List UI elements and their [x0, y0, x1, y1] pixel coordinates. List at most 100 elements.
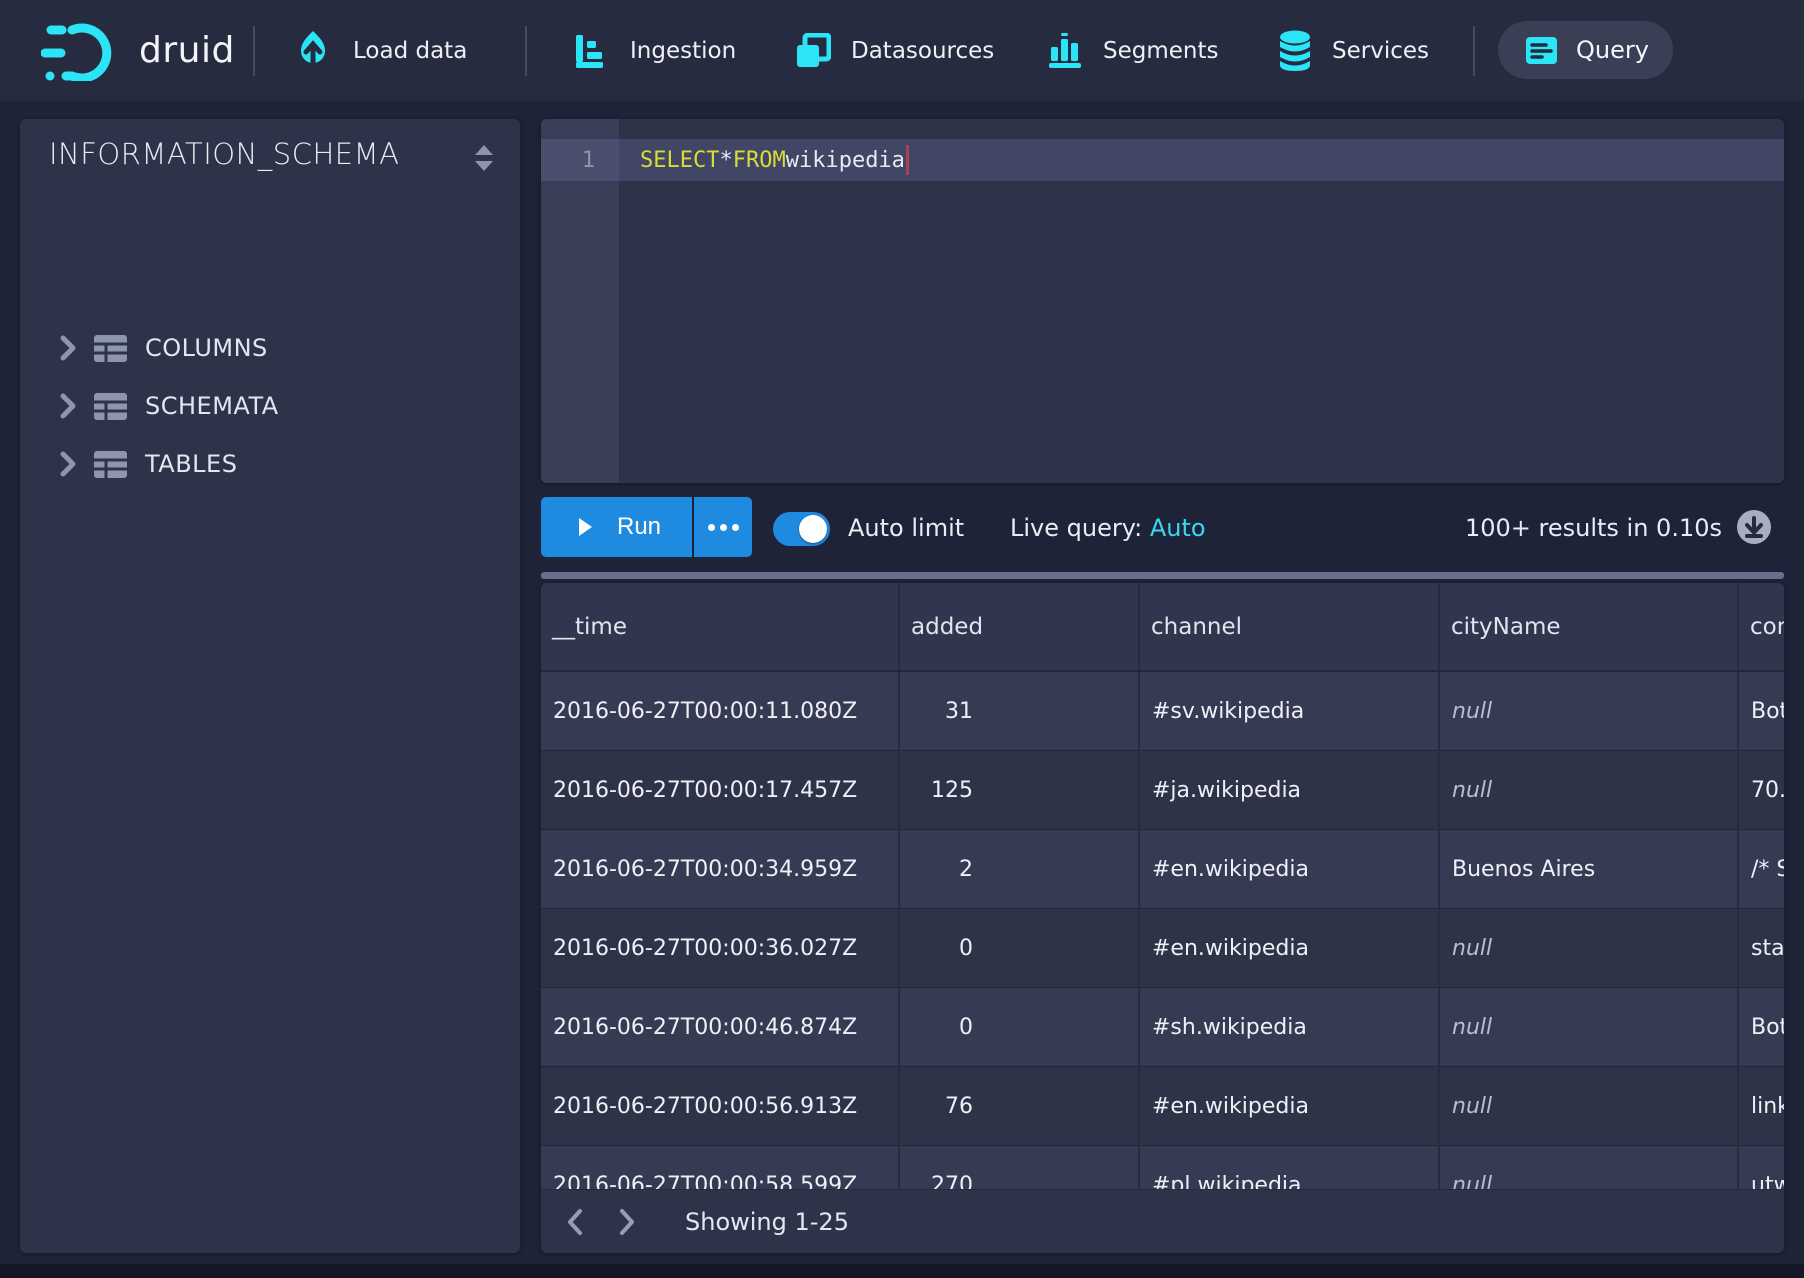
table-icon [94, 393, 127, 420]
schema-tree: COLUMNS SCHEMATA [20, 319, 520, 493]
cell-added[interactable]: 0 [899, 988, 1139, 1067]
cell-comment[interactable]: stat [1738, 909, 1784, 988]
line-number: 1 [541, 139, 619, 181]
tree-item-label: TABLES [145, 450, 237, 478]
showing-label: Showing 1-25 [685, 1208, 849, 1236]
chevron-right-icon [60, 451, 76, 477]
tree-item-schemata[interactable]: SCHEMATA [20, 377, 520, 435]
cell-cityname[interactable]: null [1439, 671, 1738, 751]
nav-item-query-active[interactable]: Query [1498, 21, 1673, 79]
nav-divider [253, 26, 255, 76]
caret-sort-icon[interactable] [474, 143, 494, 173]
cell-comment[interactable]: Bot [1738, 671, 1784, 751]
cell-time[interactable]: 2016-06-27T00:00:11.080Z [541, 671, 899, 751]
next-page-button[interactable] [605, 1200, 649, 1244]
editor-gutter: 1 [541, 119, 619, 483]
cell-channel[interactable]: #en.wikipedia [1139, 830, 1439, 909]
cell-channel[interactable]: #ja.wikipedia [1139, 751, 1439, 830]
query-editor[interactable]: 1 SELECT * FROM wikipedia [541, 119, 1784, 483]
prev-page-button[interactable] [553, 1200, 597, 1244]
live-query-label: Live query: [1010, 514, 1150, 542]
live-query-value[interactable]: Auto [1150, 514, 1206, 542]
cell-cityname[interactable]: null [1439, 751, 1738, 830]
schema-selector[interactable]: INFORMATION_SCHEMA [20, 119, 520, 189]
table-icon [94, 335, 127, 362]
sql-table-name: wikipedia [786, 148, 905, 173]
cell-time[interactable]: 2016-06-27T00:00:56.913Z [541, 1067, 899, 1146]
tree-item-tables[interactable]: TABLES [20, 435, 520, 493]
druid-logo[interactable]: druid [41, 0, 235, 101]
auto-limit-toggle[interactable] [773, 512, 830, 546]
ingestion-icon [574, 33, 610, 69]
cell-time[interactable]: 2016-06-27T00:00:17.457Z [541, 751, 899, 830]
cell-cityname[interactable]: null [1439, 1067, 1738, 1146]
tree-item-label: COLUMNS [145, 334, 268, 362]
cell-time[interactable]: 2016-06-27T00:00:36.027Z [541, 909, 899, 988]
nav-item-label: Services [1332, 38, 1429, 64]
cell-time[interactable]: 2016-06-27T00:00:34.959Z [541, 830, 899, 909]
cell-comment[interactable]: link [1738, 1067, 1784, 1146]
nav-divider [525, 26, 527, 76]
cell-channel[interactable]: #en.wikipedia [1139, 909, 1439, 988]
auto-limit-label[interactable]: Auto limit [848, 483, 964, 572]
cell-comment[interactable]: Bot [1738, 988, 1784, 1067]
sql-star: * [719, 148, 732, 173]
run-button-label: Run [617, 513, 661, 541]
column-header-comment[interactable]: comment [1738, 583, 1784, 671]
tree-item-columns[interactable]: COLUMNS [20, 319, 520, 377]
cell-time[interactable]: 2016-06-27T00:00:46.874Z [541, 988, 899, 1067]
column-header-channel[interactable]: channel [1139, 583, 1439, 671]
query-toolbar: Run Auto limit Live query: Auto 100+ res… [541, 483, 1784, 572]
text-cursor [906, 145, 909, 175]
nav-item-label: Ingestion [630, 38, 736, 64]
cell-added[interactable]: 0 [899, 909, 1139, 988]
load-data-icon [293, 30, 333, 72]
results-count: 100+ results in 0.10s [1465, 483, 1722, 572]
column-header-cityname[interactable]: cityName [1439, 583, 1738, 671]
cell-channel[interactable]: #sh.wikipedia [1139, 988, 1439, 1067]
nav-item-datasources[interactable]: Datasources [795, 0, 994, 101]
sql-code-line[interactable]: SELECT * FROM wikipedia [619, 139, 1784, 181]
cell-cityname[interactable]: Buenos Aires [1439, 830, 1738, 909]
header-row: __time added channel cityName comment [541, 583, 1784, 671]
table-row: 2016-06-27T00:00:46.874Z 0 #sh.wikipedia… [541, 988, 1784, 1067]
druid-console: druid Load data Ingestion [0, 0, 1804, 1278]
live-query-group: Live query: Auto [1010, 483, 1206, 572]
nav-item-label: Datasources [851, 38, 994, 64]
column-header-added[interactable]: added [899, 583, 1139, 671]
download-icon[interactable] [1736, 509, 1772, 545]
cell-channel[interactable]: #sv.wikipedia [1139, 671, 1439, 751]
cell-comment[interactable]: /* S [1738, 830, 1784, 909]
table-row: 2016-06-27T00:00:34.959Z 2 #en.wikipedia… [541, 830, 1784, 909]
nav-item-services[interactable]: Services [1278, 0, 1429, 101]
cell-channel[interactable]: #en.wikipedia [1139, 1067, 1439, 1146]
nav-item-segments[interactable]: Segments [1047, 0, 1218, 101]
cell-added[interactable]: 31 [899, 671, 1139, 751]
cell-added[interactable]: 76 [899, 1067, 1139, 1146]
nav-item-ingestion[interactable]: Ingestion [574, 0, 736, 101]
chevron-left-icon [567, 1208, 583, 1236]
run-button[interactable]: Run [541, 497, 692, 557]
table-row: 2016-06-27T00:00:11.080Z 31 #sv.wikipedi… [541, 671, 1784, 751]
column-header-time[interactable]: __time [541, 583, 899, 671]
services-icon [1278, 30, 1312, 72]
top-navbar: druid Load data Ingestion [0, 0, 1804, 101]
chevron-right-icon [619, 1208, 635, 1236]
query-results-panel: __time added channel cityName comment 20… [541, 583, 1784, 1253]
nav-item-label: Query [1576, 36, 1649, 64]
cell-cityname[interactable]: null [1439, 988, 1738, 1067]
bottom-edge [0, 1264, 1804, 1278]
horizontal-scrollbar[interactable] [541, 572, 1784, 579]
cell-cityname[interactable]: null [1439, 909, 1738, 988]
nav-item-load-data[interactable]: Load data [293, 0, 467, 101]
tree-item-label: SCHEMATA [145, 392, 279, 420]
datasources-icon [795, 33, 831, 69]
run-more-button[interactable] [694, 497, 752, 557]
cell-comment[interactable]: 70.3 [1738, 751, 1784, 830]
cell-added[interactable]: 125 [899, 751, 1139, 830]
more-dots-icon [708, 524, 715, 531]
cell-added[interactable]: 2 [899, 830, 1139, 909]
play-icon [577, 517, 593, 537]
table-row: 2016-06-27T00:00:17.457Z 125 #ja.wikiped… [541, 751, 1784, 830]
results-table: __time added channel cityName comment 20… [541, 583, 1784, 1225]
